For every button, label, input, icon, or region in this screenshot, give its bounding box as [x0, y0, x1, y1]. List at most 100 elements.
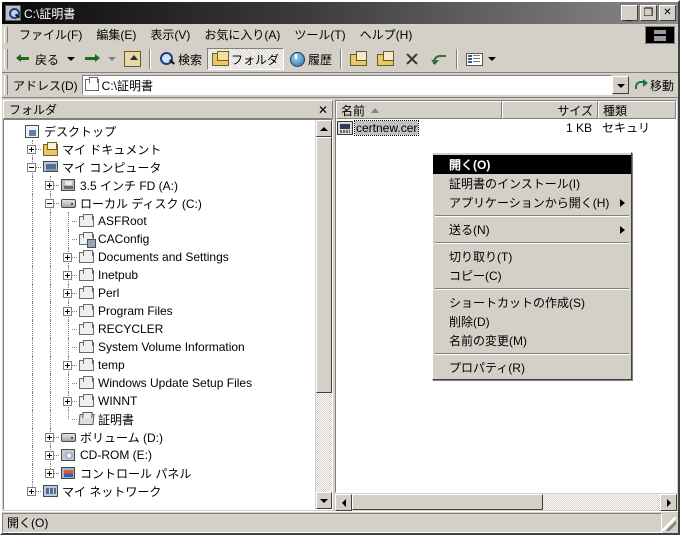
- expand-plus-icon[interactable]: [45, 469, 54, 478]
- title-bar[interactable]: C:\証明書 _ ❐ ✕: [2, 2, 678, 24]
- tree-expander[interactable]: [42, 446, 60, 464]
- context-menu-item[interactable]: ショートカットの作成(S): [433, 293, 631, 312]
- tree-expander[interactable]: [60, 248, 78, 266]
- close-button[interactable]: ✕: [659, 5, 676, 21]
- collapse-minus-icon[interactable]: [27, 163, 36, 172]
- tree-expander[interactable]: [42, 464, 60, 482]
- tree-expander[interactable]: [24, 158, 42, 176]
- tree-expander[interactable]: [60, 284, 78, 302]
- file-name-cell[interactable]: certnew.cer: [336, 119, 502, 136]
- menubar-grip[interactable]: [4, 26, 8, 43]
- tree-item[interactable]: マイ ネットワーク: [6, 482, 315, 500]
- back-button[interactable]: 戻る: [11, 48, 64, 70]
- expand-plus-icon[interactable]: [27, 487, 36, 496]
- tree-expander[interactable]: [42, 428, 60, 446]
- menu-edit[interactable]: 編集(E): [89, 24, 143, 45]
- go-button[interactable]: 移動: [630, 77, 678, 94]
- folder-tree[interactable]: デスクトップ マイ ドキュメント マイ コンピュータ 3.5 インチ FD (A:) ロ…: [4, 120, 315, 509]
- tree-item[interactable]: CD-ROM (E:): [6, 446, 315, 464]
- resize-grip[interactable]: [662, 517, 676, 531]
- forward-dropdown-icon[interactable]: [108, 57, 117, 61]
- tree-item[interactable]: ASFRoot: [6, 212, 315, 230]
- expand-plus-icon[interactable]: [63, 271, 72, 280]
- column-header-type[interactable]: 種類: [598, 101, 676, 119]
- tree-item[interactable]: Perl: [6, 284, 315, 302]
- context-menu-item[interactable]: コピー(C): [433, 266, 631, 285]
- toolbar-grip[interactable]: [4, 49, 8, 69]
- context-menu[interactable]: 開く(O) 証明書のインストール(I) アプリケーションから開く(H) 送る(N) 切り…: [432, 152, 632, 380]
- menu-help[interactable]: ヘルプ(H): [353, 24, 420, 45]
- tree-item[interactable]: Program Files: [6, 302, 315, 320]
- expand-plus-icon[interactable]: [63, 307, 72, 316]
- context-menu-item[interactable]: 開く(O): [433, 155, 631, 174]
- tree-item[interactable]: Inetpub: [6, 266, 315, 284]
- tree-item[interactable]: ローカル ディスク (C:): [6, 194, 315, 212]
- collapse-minus-icon[interactable]: [45, 199, 54, 208]
- context-menu-item[interactable]: 名前の変更(M): [433, 331, 631, 350]
- tree-scroll-thumb[interactable]: [316, 137, 332, 393]
- undo-button[interactable]: [426, 48, 453, 70]
- context-menu-item[interactable]: アプリケーションから開く(H): [433, 193, 631, 212]
- tree-item[interactable]: デスクトップ: [6, 122, 315, 140]
- expand-plus-icon[interactable]: [63, 361, 72, 370]
- maximize-button[interactable]: ❐: [640, 5, 657, 21]
- column-header-name[interactable]: 名前: [336, 101, 502, 119]
- tree-item[interactable]: コントロール パネル: [6, 464, 315, 482]
- tree-item[interactable]: RECYCLER: [6, 320, 315, 338]
- context-menu-item[interactable]: 送る(N): [433, 220, 631, 239]
- tree-item[interactable]: 3.5 インチ FD (A:): [6, 176, 315, 194]
- expand-plus-icon[interactable]: [63, 397, 72, 406]
- folders-close-icon[interactable]: ✕: [318, 103, 328, 117]
- menu-file[interactable]: ファイル(F): [12, 24, 89, 45]
- file-list-horizontal-scrollbar[interactable]: [335, 493, 677, 511]
- expand-plus-icon[interactable]: [45, 181, 54, 190]
- expand-plus-icon[interactable]: [45, 451, 54, 460]
- expand-plus-icon[interactable]: [63, 253, 72, 262]
- file-row[interactable]: certnew.cer 1 KB セキュリ: [336, 119, 676, 136]
- forward-button[interactable]: [78, 48, 105, 70]
- expand-plus-icon[interactable]: [27, 145, 36, 154]
- hscroll-right-button[interactable]: [660, 494, 677, 511]
- tree-expander[interactable]: [60, 302, 78, 320]
- tree-vertical-scrollbar[interactable]: [315, 120, 332, 509]
- menu-view[interactable]: 表示(V): [143, 24, 197, 45]
- hscroll-track[interactable]: [352, 494, 660, 510]
- hscroll-left-button[interactable]: [335, 494, 352, 511]
- context-menu-item[interactable]: プロパティ(R): [433, 358, 631, 377]
- tree-item[interactable]: マイ ドキュメント: [6, 140, 315, 158]
- address-input[interactable]: C:\証明書: [81, 75, 612, 95]
- move-to-button[interactable]: [345, 48, 372, 70]
- tree-item[interactable]: Windows Update Setup Files: [6, 374, 315, 392]
- tree-expander[interactable]: [60, 392, 78, 410]
- hscroll-thumb[interactable]: [352, 494, 543, 510]
- context-menu-item[interactable]: 削除(D): [433, 312, 631, 331]
- context-menu-item[interactable]: 切り取り(T): [433, 247, 631, 266]
- context-menu-item[interactable]: 証明書のインストール(I): [433, 174, 631, 193]
- tree-expander[interactable]: [60, 356, 78, 374]
- tree-expander[interactable]: [60, 266, 78, 284]
- tree-item[interactable]: ボリューム (D:): [6, 428, 315, 446]
- tree-item[interactable]: Documents and Settings: [6, 248, 315, 266]
- tree-expander[interactable]: [42, 176, 60, 194]
- history-button[interactable]: 履歴: [284, 48, 337, 70]
- column-header-size[interactable]: サイズ: [502, 101, 598, 119]
- menu-favorites[interactable]: お気に入り(A): [197, 24, 287, 45]
- delete-button[interactable]: [399, 48, 426, 70]
- menu-tools[interactable]: ツール(T): [287, 24, 352, 45]
- tree-item[interactable]: System Volume Information: [6, 338, 315, 356]
- tree-expander[interactable]: [24, 140, 42, 158]
- minimize-button[interactable]: _: [621, 5, 638, 22]
- views-dropdown-icon[interactable]: [488, 57, 497, 61]
- tree-expander[interactable]: [42, 194, 60, 212]
- copy-to-button[interactable]: [372, 48, 399, 70]
- up-button[interactable]: [119, 48, 146, 70]
- expand-plus-icon[interactable]: [63, 289, 72, 298]
- search-button[interactable]: 検索: [154, 48, 207, 70]
- views-button[interactable]: [461, 48, 504, 70]
- expand-plus-icon[interactable]: [45, 433, 54, 442]
- address-dropdown-button[interactable]: [611, 76, 629, 94]
- tree-scroll-up-button[interactable]: [316, 120, 332, 137]
- back-dropdown-icon[interactable]: [67, 57, 76, 61]
- tree-expander[interactable]: [24, 482, 42, 500]
- tree-scroll-track[interactable]: [316, 137, 332, 492]
